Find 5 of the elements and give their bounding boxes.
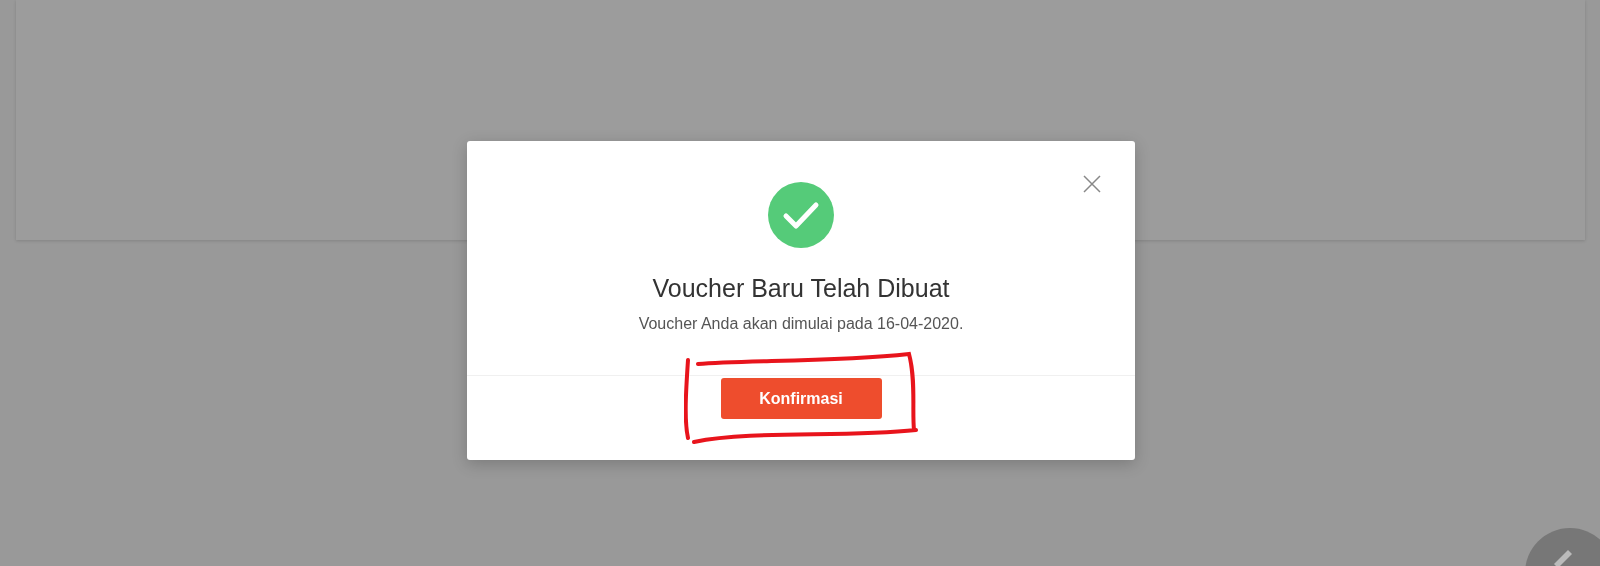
dialog-message: Voucher Anda akan dimulai pada 16-04-2020.: [638, 315, 964, 333]
confirm-button[interactable]: Konfirmasi: [720, 378, 882, 419]
dialog-title: Voucher Baru Telah Dibuat: [652, 274, 950, 303]
check-icon: [768, 182, 834, 248]
close-icon[interactable]: [1083, 175, 1101, 193]
